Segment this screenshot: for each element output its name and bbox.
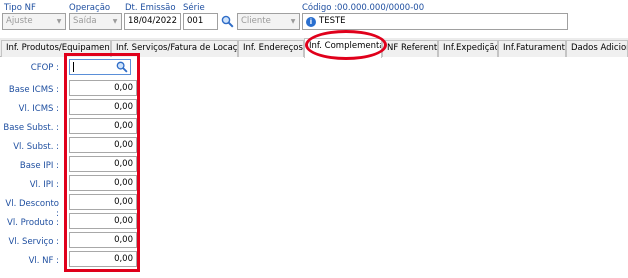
vl-servico-label: Vl. Serviço : <box>8 237 59 247</box>
serie-lookup-button[interactable] <box>218 13 236 30</box>
base-subst-label: Base Subst. : <box>3 123 59 133</box>
vl-produto-label: Vl. Produto : <box>7 218 59 228</box>
tab-inf-produtos[interactable]: Inf. Produtos/Equipamentos <box>1 40 111 57</box>
destinatario-tipo-select[interactable]: Cliente ▼ <box>237 13 300 30</box>
dt-emissao-value: 18/04/2022 <box>128 16 177 26</box>
dt-emissao-label: Dt. Emissão <box>125 3 176 13</box>
vl-icms-label: Vl. ICMS : <box>18 104 59 114</box>
magnifier-icon <box>221 15 234 28</box>
codigo-label: Código :00.000.000/0000-00 <box>302 3 425 13</box>
serie-field[interactable]: 001 <box>183 13 218 30</box>
operacao-select[interactable]: Saída ▼ <box>69 13 122 30</box>
base-ipi-label: Base IPI : <box>19 161 59 171</box>
codigo-value: TESTE <box>319 16 346 26</box>
tab-inf-complementar[interactable]: Inf. Complementar <box>304 38 382 58</box>
destinatario-tipo-value: Cliente <box>241 16 271 26</box>
operacao-label: Operação <box>69 3 111 13</box>
tab-nf-referente[interactable]: NF Referente <box>382 40 438 57</box>
tab-label: Inf. Endereços <box>243 43 303 53</box>
vl-nf-label: Vl. NF : <box>28 256 59 266</box>
chevron-down-icon: ▼ <box>290 18 296 25</box>
tipo-nf-value: Ajuste <box>6 16 33 26</box>
tab-label: Dados Adiciona <box>571 43 627 53</box>
vl-ipi-label: Vl. IPI : <box>29 180 59 190</box>
magnifier-icon[interactable] <box>116 61 128 73</box>
vl-subst-label: Vl. Subst. : <box>13 142 59 152</box>
info-icon: i <box>306 17 316 27</box>
serie-value: 001 <box>187 16 204 26</box>
tab-label: Inf.Faturamento <box>503 43 566 53</box>
vl-nf-field[interactable]: 0,00 <box>69 251 137 267</box>
tipo-nf-select[interactable]: Ajuste ▼ <box>2 13 66 30</box>
serie-label: Série <box>183 3 205 13</box>
tab-inf-enderecos[interactable]: Inf. Endereços <box>238 40 304 57</box>
vl-icms-field[interactable]: 0,00 <box>69 99 137 115</box>
vl-ipi-field[interactable]: 0,00 <box>69 175 137 191</box>
tab-label: Inf. Complementar <box>309 41 382 51</box>
tab-inf-expedicao[interactable]: Inf.Expedição <box>438 40 498 57</box>
tab-label: Inf. Serviços/Fatura de Locação <box>116 43 238 53</box>
tab-dados-adicionais[interactable]: Dados Adiciona <box>566 40 628 57</box>
base-icms-field[interactable]: 0,00 <box>69 80 137 96</box>
base-ipi-field[interactable]: 0,00 <box>69 156 137 172</box>
codigo-field[interactable]: i TESTE <box>302 13 568 30</box>
tab-label: NF Referente <box>387 43 438 53</box>
tipo-nf-label: Tipo NF <box>4 3 36 13</box>
tab-label: Inf. Produtos/Equipamentos <box>6 43 110 53</box>
operacao-value: Saída <box>73 16 97 26</box>
cfop-input[interactable] <box>69 59 131 75</box>
vl-servico-field[interactable]: 0,00 <box>69 232 137 248</box>
base-icms-label: Base ICMS : <box>8 85 59 95</box>
tab-label: Inf.Expedição <box>443 43 498 53</box>
tab-inf-servicos[interactable]: Inf. Serviços/Fatura de Locação <box>111 40 238 57</box>
chevron-down-icon: ▼ <box>56 18 62 25</box>
cfop-label: CFOP : <box>30 63 59 73</box>
base-subst-field[interactable]: 0,00 <box>69 118 137 134</box>
dt-emissao-field[interactable]: 18/04/2022 <box>124 13 181 30</box>
tab-inf-faturamento[interactable]: Inf.Faturamento <box>498 40 566 57</box>
vl-produto-field[interactable]: 0,00 <box>69 213 137 229</box>
vl-desconto-label: Vl. Desconto : <box>5 199 59 219</box>
vl-subst-field[interactable]: 0,00 <box>69 137 137 153</box>
tab-bar: Inf. Produtos/Equipamentos Inf. Serviços… <box>0 38 628 58</box>
text-caret <box>73 62 74 72</box>
chevron-down-icon: ▼ <box>112 18 118 25</box>
vl-desconto-field[interactable]: 0,00 <box>69 194 137 210</box>
